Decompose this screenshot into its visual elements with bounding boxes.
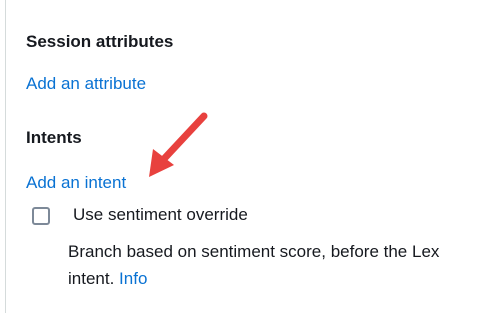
session-attributes-heading: Session attributes [26, 32, 174, 51]
use-sentiment-override-label[interactable]: Use sentiment override [73, 205, 248, 225]
intents-heading: Intents [26, 128, 82, 147]
info-link[interactable]: Info [119, 269, 147, 288]
arrow-head [149, 149, 174, 177]
sentiment-override-description: Branch based on sentiment score, before … [68, 238, 486, 292]
add-attribute-link[interactable]: Add an attribute [26, 74, 146, 94]
add-intent-link[interactable]: Add an intent [26, 173, 126, 193]
arrow-shaft [158, 112, 208, 165]
flow-block-properties-panel: Session attributes Add an attribute Inte… [0, 0, 488, 313]
use-sentiment-override-checkbox[interactable] [32, 207, 50, 225]
panel-left-border [5, 0, 6, 313]
